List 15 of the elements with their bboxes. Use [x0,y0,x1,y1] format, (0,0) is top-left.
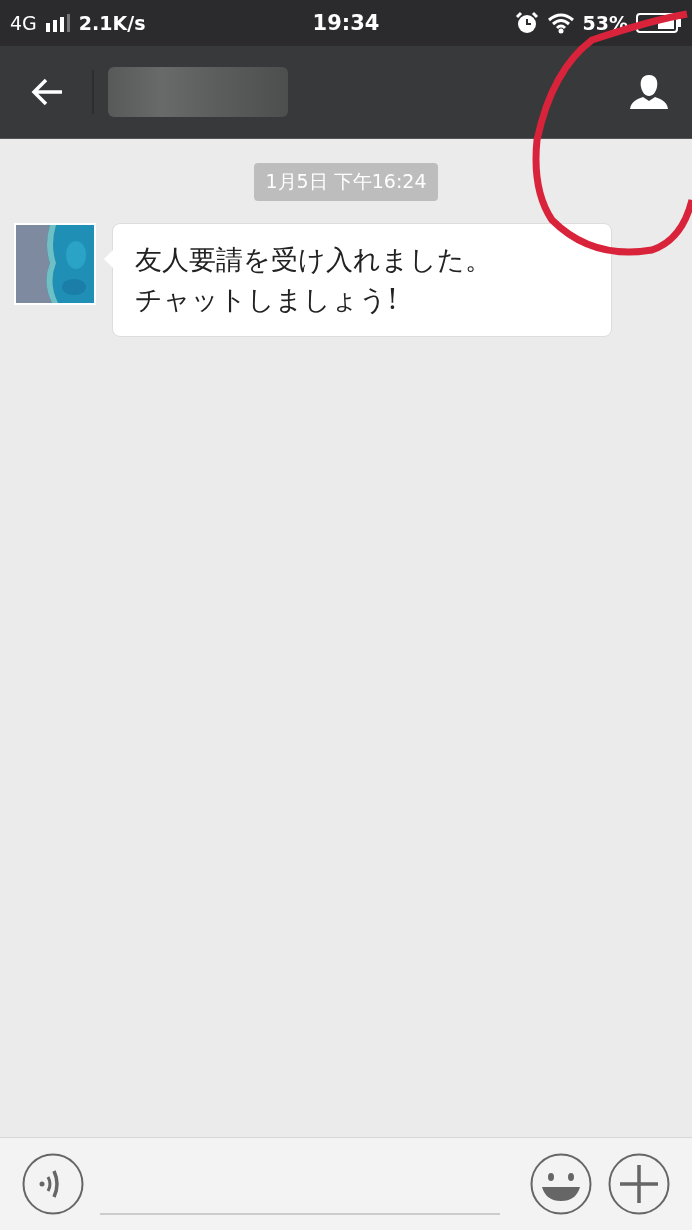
message-text: チャットしましょう! [135,283,399,317]
network-type: 4G [10,12,37,34]
wifi-icon [546,12,575,34]
signal-icon [44,13,71,33]
battery-icon [636,12,682,34]
plus-icon[interactable] [608,1153,670,1215]
message-text: 友人要請を受け入れました。 [135,243,493,277]
voice-icon[interactable] [22,1153,84,1215]
smiley-icon[interactable] [530,1153,592,1215]
person-icon[interactable] [628,73,670,111]
clock-time: 19:34 [312,11,380,35]
back-arrow-icon[interactable] [30,77,64,107]
message-timestamp: 1月5日 下午16:24 [253,163,439,201]
network-speed: 2.1K/s [78,12,146,34]
alarm-icon [514,11,539,35]
